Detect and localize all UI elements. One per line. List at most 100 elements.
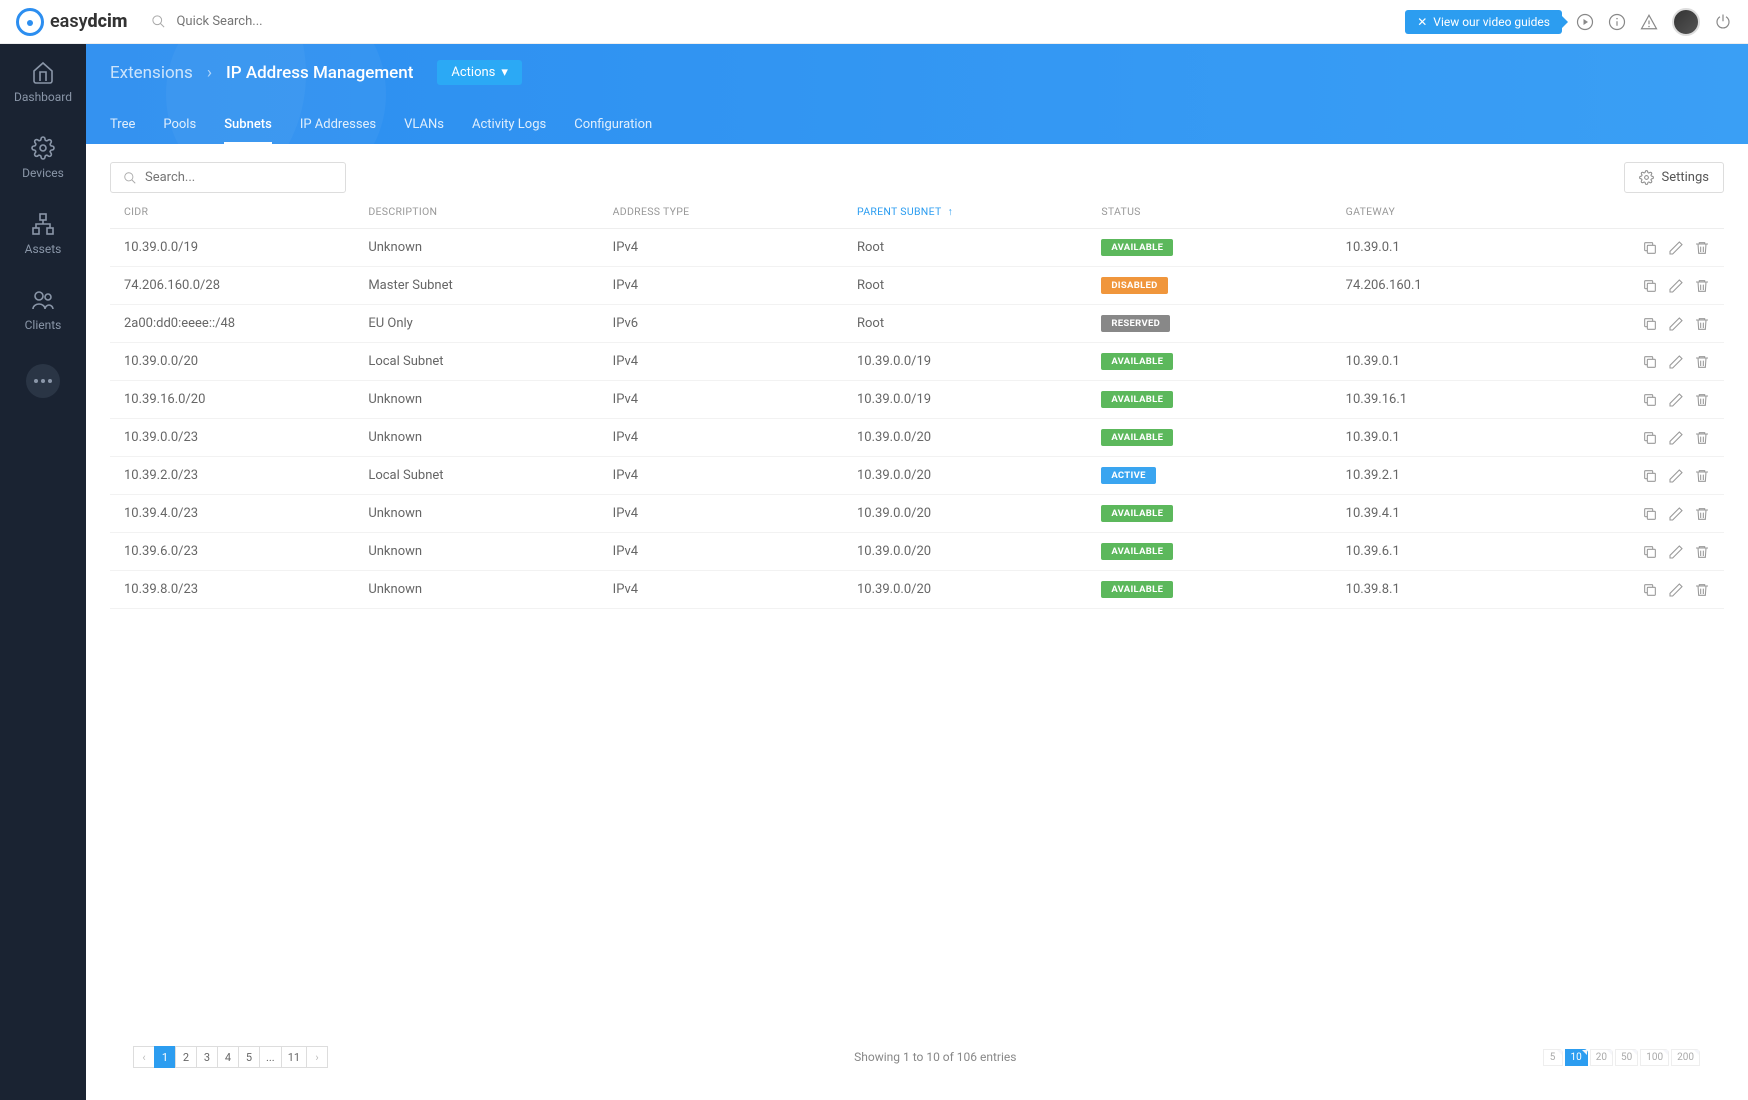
page-3[interactable]: 3 xyxy=(196,1046,218,1068)
table-row[interactable]: 10.39.0.0/20 Local Subnet IPv4 10.39.0.0… xyxy=(110,343,1724,381)
col-parent-subnet[interactable]: PARENT SUBNET ↑ xyxy=(857,205,1101,218)
more-button[interactable] xyxy=(26,364,60,398)
edit-icon[interactable] xyxy=(1668,430,1684,446)
edit-icon[interactable] xyxy=(1668,278,1684,294)
trash-icon[interactable] xyxy=(1694,506,1710,522)
tab-tree[interactable]: Tree xyxy=(110,107,135,144)
copy-icon[interactable] xyxy=(1642,392,1658,408)
page-size-20[interactable]: 20 xyxy=(1590,1049,1613,1066)
tab-vlans[interactable]: VLANs xyxy=(404,107,444,144)
quick-search-input[interactable] xyxy=(176,14,376,29)
col-cidr[interactable]: CIDR xyxy=(124,205,368,218)
table-row[interactable]: 10.39.0.0/23 Unknown IPv4 10.39.0.0/20 A… xyxy=(110,419,1724,457)
trash-icon[interactable] xyxy=(1694,468,1710,484)
sidebar-label: Dashboard xyxy=(14,90,72,104)
trash-icon[interactable] xyxy=(1694,278,1710,294)
col-status[interactable]: STATUS xyxy=(1101,205,1345,218)
edit-icon[interactable] xyxy=(1668,506,1684,522)
table-row[interactable]: 10.39.2.0/23 Local Subnet IPv4 10.39.0.0… xyxy=(110,457,1724,495)
copy-icon[interactable] xyxy=(1642,278,1658,294)
page-size-100[interactable]: 100 xyxy=(1640,1049,1669,1066)
copy-icon[interactable] xyxy=(1642,430,1658,446)
sidebar-item-dashboard[interactable]: Dashboard xyxy=(0,54,86,110)
edit-icon[interactable] xyxy=(1668,316,1684,332)
tab-pools[interactable]: Pools xyxy=(163,107,196,144)
tab-activity-logs[interactable]: Activity Logs xyxy=(472,107,546,144)
page-size-200[interactable]: 200 xyxy=(1671,1049,1700,1066)
row-actions xyxy=(1590,468,1710,484)
power-icon[interactable] xyxy=(1714,13,1732,31)
sidebar-item-assets[interactable]: Assets xyxy=(0,206,86,262)
col-description[interactable]: DESCRIPTION xyxy=(368,205,612,218)
avatar[interactable] xyxy=(1672,8,1700,36)
page-5[interactable]: 5 xyxy=(238,1046,260,1068)
edit-icon[interactable] xyxy=(1668,392,1684,408)
copy-icon[interactable] xyxy=(1642,506,1658,522)
page-4[interactable]: 4 xyxy=(217,1046,239,1068)
tab-ip-addresses[interactable]: IP Addresses xyxy=(300,107,376,144)
search-icon xyxy=(151,14,166,29)
video-guide-button[interactable]: ✕ View our video guides xyxy=(1405,10,1562,34)
settings-button[interactable]: Settings xyxy=(1624,162,1724,193)
page-...[interactable]: ... xyxy=(259,1046,282,1068)
table-row[interactable]: 74.206.160.0/28 Master Subnet IPv4 Root … xyxy=(110,267,1724,305)
page-next[interactable]: › xyxy=(306,1046,328,1068)
sidebar-item-devices[interactable]: Devices xyxy=(0,130,86,186)
col-address-type[interactable]: ADDRESS TYPE xyxy=(613,205,857,218)
page-prev[interactable]: ‹ xyxy=(133,1046,155,1068)
trash-icon[interactable] xyxy=(1694,544,1710,560)
copy-icon[interactable] xyxy=(1642,582,1658,598)
col-gateway[interactable]: GATEWAY xyxy=(1346,205,1590,218)
actions-dropdown[interactable]: Actions ▾ xyxy=(437,60,522,85)
cell-address-type: IPv4 xyxy=(613,240,857,255)
trash-icon[interactable] xyxy=(1694,316,1710,332)
table-search-input[interactable] xyxy=(145,170,333,185)
table-row[interactable]: 10.39.16.0/20 Unknown IPv4 10.39.0.0/19 … xyxy=(110,381,1724,419)
logo[interactable]: easydcim xyxy=(16,8,127,36)
cell-gateway: 10.39.0.1 xyxy=(1346,430,1590,445)
quick-search[interactable] xyxy=(151,14,1405,29)
copy-icon[interactable] xyxy=(1642,240,1658,256)
page-header: Extensions › IP Address Management Actio… xyxy=(86,44,1748,144)
sidebar-label: Assets xyxy=(25,242,62,256)
tab-configuration[interactable]: Configuration xyxy=(574,107,652,144)
cell-status: AVAILABLE xyxy=(1101,239,1345,256)
status-badge: AVAILABLE xyxy=(1101,353,1173,370)
copy-icon[interactable] xyxy=(1642,354,1658,370)
gear-icon xyxy=(1639,170,1654,185)
page-size-5[interactable]: 5 xyxy=(1543,1049,1563,1066)
play-icon[interactable] xyxy=(1576,13,1594,31)
page-size-10[interactable]: 10 xyxy=(1565,1049,1588,1066)
table-row[interactable]: 10.39.6.0/23 Unknown IPv4 10.39.0.0/20 A… xyxy=(110,533,1724,571)
alert-icon[interactable] xyxy=(1640,13,1658,31)
page-11[interactable]: 11 xyxy=(281,1046,307,1068)
info-icon[interactable] xyxy=(1608,13,1626,31)
trash-icon[interactable] xyxy=(1694,354,1710,370)
table-row[interactable]: 10.39.8.0/23 Unknown IPv4 10.39.0.0/20 A… xyxy=(110,571,1724,609)
edit-icon[interactable] xyxy=(1668,544,1684,560)
edit-icon[interactable] xyxy=(1668,468,1684,484)
edit-icon[interactable] xyxy=(1668,240,1684,256)
search-box[interactable] xyxy=(110,162,346,193)
page-size-50[interactable]: 50 xyxy=(1615,1049,1638,1066)
trash-icon[interactable] xyxy=(1694,430,1710,446)
sidebar-item-clients[interactable]: Clients xyxy=(0,282,86,338)
trash-icon[interactable] xyxy=(1694,240,1710,256)
trash-icon[interactable] xyxy=(1694,582,1710,598)
edit-icon[interactable] xyxy=(1668,354,1684,370)
copy-icon[interactable] xyxy=(1642,468,1658,484)
trash-icon[interactable] xyxy=(1694,392,1710,408)
status-badge: ACTIVE xyxy=(1101,467,1155,484)
page-1[interactable]: 1 xyxy=(154,1046,176,1068)
page-2[interactable]: 2 xyxy=(175,1046,197,1068)
table-row[interactable]: 10.39.4.0/23 Unknown IPv4 10.39.0.0/20 A… xyxy=(110,495,1724,533)
breadcrumb-parent[interactable]: Extensions xyxy=(110,63,193,83)
close-icon[interactable]: ✕ xyxy=(1417,15,1427,29)
edit-icon[interactable] xyxy=(1668,582,1684,598)
table-row[interactable]: 2a00:dd0:eeee::/48 EU Only IPv6 Root RES… xyxy=(110,305,1724,343)
copy-icon[interactable] xyxy=(1642,316,1658,332)
cell-description: Local Subnet xyxy=(368,468,612,483)
table-row[interactable]: 10.39.0.0/19 Unknown IPv4 Root AVAILABLE… xyxy=(110,229,1724,267)
tab-subnets[interactable]: Subnets xyxy=(224,107,272,144)
copy-icon[interactable] xyxy=(1642,544,1658,560)
